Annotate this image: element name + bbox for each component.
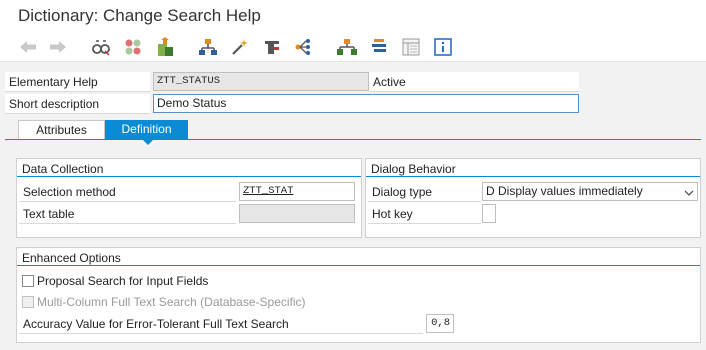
info-icon[interactable] <box>433 37 453 57</box>
magic-wand-icon[interactable] <box>230 37 250 57</box>
data-collection-title: Data Collection <box>22 162 104 176</box>
forward-icon[interactable] <box>48 37 68 57</box>
dialog-type-label: Dialog type <box>368 182 481 202</box>
elementary-help-label: Elementary Help <box>5 72 150 92</box>
enhanced-options-rule <box>17 265 700 266</box>
other-object-icon[interactable] <box>123 37 143 57</box>
data-collection-rule <box>17 176 361 177</box>
check-icon[interactable] <box>198 37 218 57</box>
title-bar: Dictionary: Change Search Help <box>0 0 706 32</box>
dialog-behavior-title: Dialog Behavior <box>371 162 456 176</box>
test-icon[interactable] <box>262 37 282 57</box>
accuracy-label: Accuracy Value for Error-Tolerant Full T… <box>19 314 423 334</box>
text-table-field <box>239 204 355 223</box>
dialog-type-value: D Display values immediately <box>486 184 643 198</box>
activate-icon[interactable] <box>155 37 175 57</box>
application-toolbar <box>0 32 706 62</box>
multi-column-label: Multi-Column Full Text Search (Database-… <box>37 295 306 309</box>
short-description-label: Short description <box>5 94 150 114</box>
object-list-icon[interactable] <box>369 37 389 57</box>
selection-method-label: Selection method <box>19 182 236 202</box>
accuracy-input[interactable]: 0,8 <box>426 314 454 333</box>
where-used-icon[interactable] <box>294 37 314 57</box>
tab-attributes[interactable]: Attributes <box>18 120 105 139</box>
status-label: Active <box>369 72 579 92</box>
tab-strip-rule <box>5 139 701 140</box>
enhanced-options-title: Enhanced Options <box>22 251 121 265</box>
multi-column-checkbox <box>22 296 34 308</box>
back-icon[interactable] <box>18 37 38 57</box>
chevron-down-icon[interactable] <box>684 186 694 203</box>
short-description-input[interactable]: Demo Status <box>153 94 579 113</box>
proposal-search-label: Proposal Search for Input Fields <box>37 274 209 288</box>
hot-key-label: Hot key <box>368 204 481 224</box>
selection-method-input[interactable]: ZTT_STAT <box>239 182 355 201</box>
text-table-label: Text table <box>19 204 236 224</box>
hierarchy-icon[interactable] <box>337 37 357 57</box>
dialog-behavior-rule <box>366 176 700 177</box>
proposal-search-checkbox[interactable] <box>22 275 34 287</box>
elementary-help-field: ZTT_STATUS <box>153 72 369 91</box>
dialog-type-select[interactable]: D Display values immediately <box>482 182 698 201</box>
glasses-icon[interactable] <box>91 37 111 57</box>
layout-icon[interactable] <box>401 37 421 57</box>
tab-definition[interactable]: Definition <box>105 120 188 139</box>
hot-key-input[interactable] <box>482 204 496 223</box>
window-title: Dictionary: Change Search Help <box>18 6 261 25</box>
